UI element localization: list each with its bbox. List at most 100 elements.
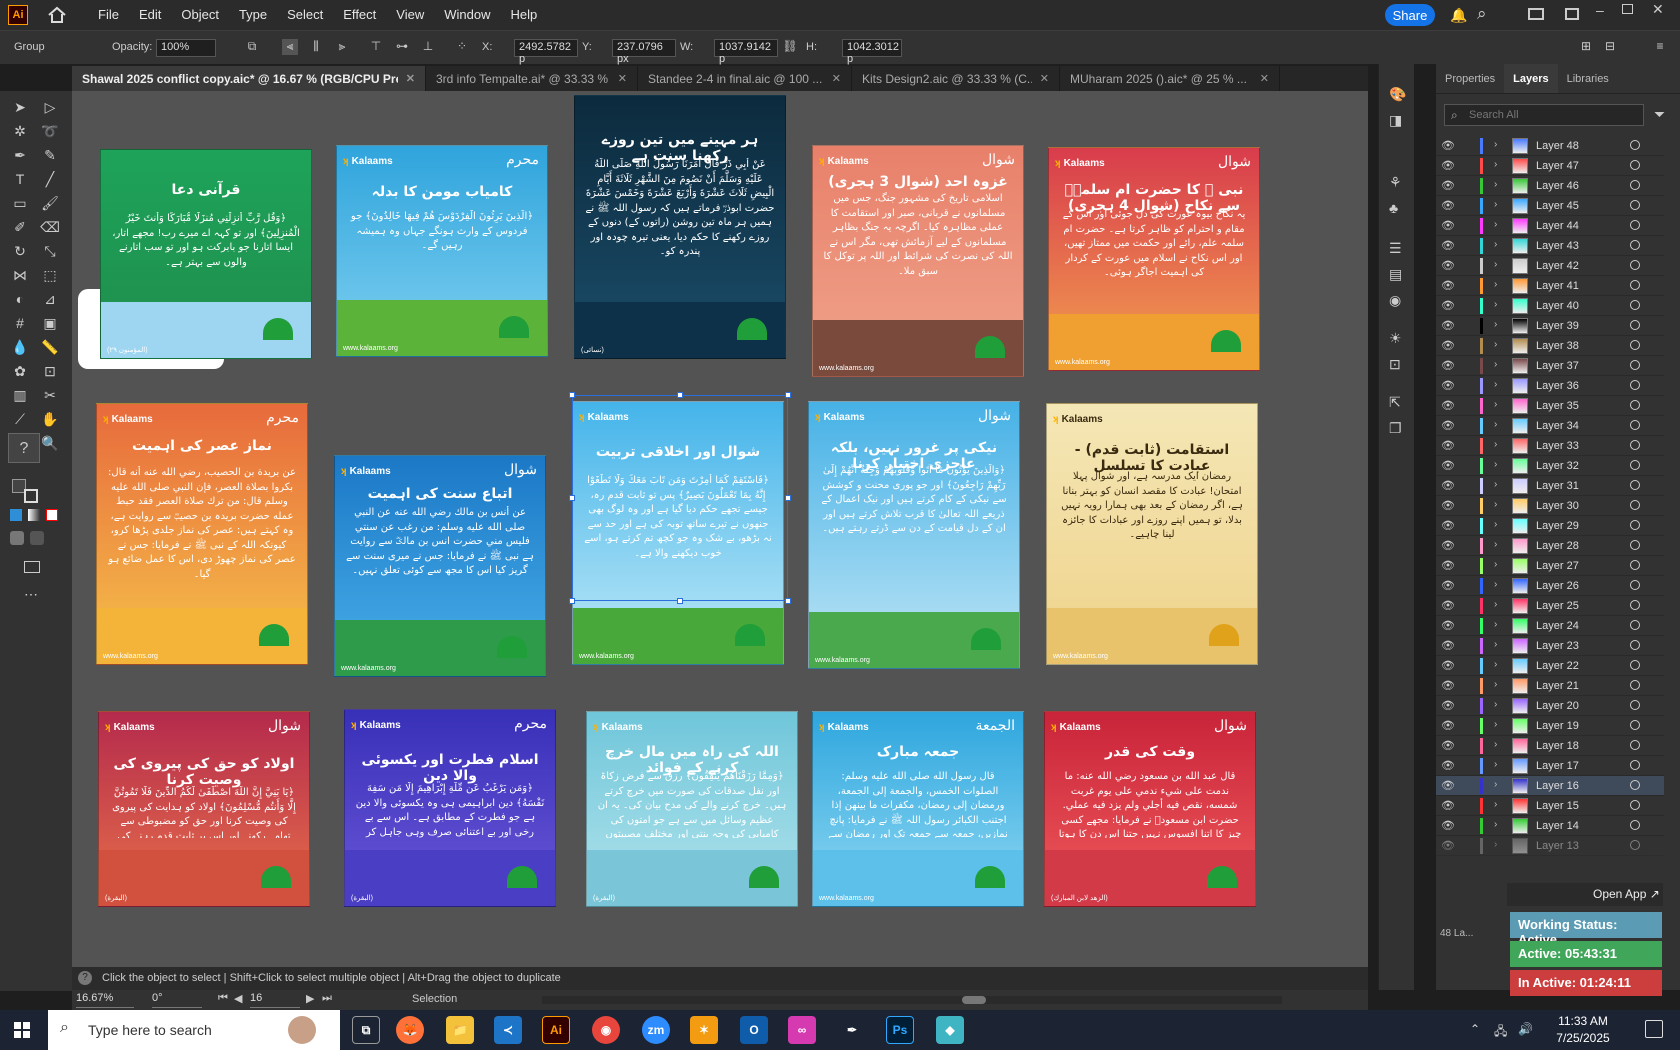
layer-name[interactable]: Layer 14 xyxy=(1536,820,1579,832)
layer-target-icon[interactable] xyxy=(1630,320,1640,330)
next-artboard-icon[interactable]: ▶ xyxy=(306,992,314,1005)
visibility-eye-icon[interactable]: 👁 xyxy=(1441,239,1455,252)
layer-name[interactable]: Layer 43 xyxy=(1536,240,1579,252)
vscode-icon[interactable]: ≺ xyxy=(494,1016,522,1044)
measure-icon[interactable]: 📏 xyxy=(40,337,60,357)
layer-target-icon[interactable] xyxy=(1630,220,1640,230)
layer-name[interactable]: Layer 13 xyxy=(1536,840,1579,852)
expand-chevron-icon[interactable]: › xyxy=(1494,759,1497,770)
shaper-tool-icon[interactable]: ✐ xyxy=(10,217,30,237)
reference-point-icon[interactable]: ⁘ xyxy=(454,39,470,55)
expand-chevron-icon[interactable]: › xyxy=(1494,779,1497,790)
expand-chevron-icon[interactable]: › xyxy=(1494,799,1497,810)
visibility-eye-icon[interactable]: 👁 xyxy=(1441,459,1455,472)
layer-target-icon[interactable] xyxy=(1630,380,1640,390)
layer-target-icon[interactable] xyxy=(1630,720,1640,730)
open-app-button[interactable]: Open App ↗ xyxy=(1507,883,1663,906)
layer-row[interactable]: 👁 › Layer 40 xyxy=(1436,296,1664,316)
layer-target-icon[interactable] xyxy=(1630,620,1640,630)
visibility-eye-icon[interactable]: 👁 xyxy=(1441,299,1455,312)
layer-row[interactable]: 👁 › Layer 45 xyxy=(1436,196,1664,216)
gradient-icon[interactable]: ▤ xyxy=(1389,266,1402,283)
expand-chevron-icon[interactable]: › xyxy=(1494,719,1497,730)
help-icon[interactable]: ? xyxy=(8,433,40,463)
layer-target-icon[interactable] xyxy=(1630,700,1640,710)
width-tool-icon[interactable]: ⋈ xyxy=(10,265,30,285)
expand-chevron-icon[interactable]: › xyxy=(1494,339,1497,350)
layer-row[interactable]: 👁 › Layer 27 xyxy=(1436,556,1664,576)
artboard-card[interactable]: Kalaams محرم کامیاب مومن کا بدلہ ﴿الَّذِينَ… xyxy=(336,145,548,357)
layer-target-icon[interactable] xyxy=(1630,460,1640,470)
layer-row[interactable]: 👁 › Layer 28 xyxy=(1436,536,1664,556)
stroke-swatch[interactable] xyxy=(24,489,38,503)
eyedropper-icon[interactable]: 💧 xyxy=(10,337,30,357)
layer-target-icon[interactable] xyxy=(1630,240,1640,250)
layer-name[interactable]: Layer 44 xyxy=(1536,220,1579,232)
visibility-eye-icon[interactable]: 👁 xyxy=(1441,839,1455,852)
expand-chevron-icon[interactable]: › xyxy=(1494,479,1497,490)
layer-name[interactable]: Layer 35 xyxy=(1536,400,1579,412)
eraser-icon[interactable]: ⌫ xyxy=(40,217,60,237)
menu-object[interactable]: Object xyxy=(171,0,229,30)
layer-name[interactable]: Layer 42 xyxy=(1536,260,1579,272)
expand-chevron-icon[interactable]: › xyxy=(1494,699,1497,710)
visibility-eye-icon[interactable]: 👁 xyxy=(1441,559,1455,572)
align-top-icon[interactable]: ⊤ xyxy=(368,39,384,55)
app-icon[interactable]: ◆ xyxy=(936,1016,964,1044)
layer-name[interactable]: Layer 32 xyxy=(1536,460,1579,472)
layer-target-icon[interactable] xyxy=(1630,680,1640,690)
gradient-mode-icon[interactable] xyxy=(28,509,40,521)
layer-target-icon[interactable] xyxy=(1630,520,1640,530)
graphic-styles-icon[interactable]: ☀ xyxy=(1389,330,1402,347)
layer-target-icon[interactable] xyxy=(1630,440,1640,450)
artboard-card[interactable]: ہر مہینے میں تین روزے رکھنا سنت ہے عَنْ أ… xyxy=(574,95,786,359)
first-artboard-icon[interactable]: ⏮ xyxy=(218,992,228,1005)
layer-row[interactable]: 👁 › Layer 32 xyxy=(1436,456,1664,476)
maximize-icon[interactable] xyxy=(1622,4,1633,14)
layer-target-icon[interactable] xyxy=(1630,340,1640,350)
artboard-card[interactable]: Kalaams شوال غزوہ احد (شوال 3 ہجری) اسلامی … xyxy=(812,145,1024,377)
outlook-icon[interactable]: O xyxy=(740,1016,768,1044)
layer-name[interactable]: Layer 46 xyxy=(1536,180,1579,192)
layer-name[interactable]: Layer 21 xyxy=(1536,680,1579,692)
expand-chevron-icon[interactable]: › xyxy=(1494,319,1497,330)
layer-row[interactable]: 👁 › Layer 29 xyxy=(1436,516,1664,536)
layer-target-icon[interactable] xyxy=(1630,660,1640,670)
layer-name[interactable]: Layer 17 xyxy=(1536,760,1579,772)
home-icon[interactable] xyxy=(46,6,68,24)
layer-name[interactable]: Layer 18 xyxy=(1536,740,1579,752)
paintbrush-icon[interactable]: 🖌 xyxy=(40,193,60,213)
appearance-icon[interactable]: ◨ xyxy=(1389,112,1402,129)
visibility-eye-icon[interactable]: 👁 xyxy=(1441,259,1455,272)
layer-row[interactable]: 👁 › Layer 35 xyxy=(1436,396,1664,416)
volume-icon[interactable]: 🔊 xyxy=(1518,1022,1533,1036)
resize-handle[interactable] xyxy=(785,495,791,501)
visibility-eye-icon[interactable]: 👁 xyxy=(1441,799,1455,812)
layer-name[interactable]: Layer 40 xyxy=(1536,300,1579,312)
panel-toggle-icon[interactable]: ⊟ xyxy=(1602,39,1618,55)
layer-name[interactable]: Layer 19 xyxy=(1536,720,1579,732)
visibility-eye-icon[interactable]: 👁 xyxy=(1441,699,1455,712)
last-artboard-icon[interactable]: ⏭ xyxy=(322,992,332,1005)
network-icon[interactable]: 🖧 xyxy=(1494,1022,1507,1043)
artboard-card[interactable]: Kalaams محرم نماز عصر کی اہمیت عن بريدة بن … xyxy=(96,403,308,665)
menu-view[interactable]: View xyxy=(386,0,434,30)
layer-name[interactable]: Layer 27 xyxy=(1536,560,1579,572)
screen-mode-icon[interactable] xyxy=(30,531,44,545)
layer-row[interactable]: 👁 › Layer 42 xyxy=(1436,256,1664,276)
layer-row[interactable]: 👁 › Layer 48 xyxy=(1436,136,1664,156)
layer-row[interactable]: 👁 › Layer 25 xyxy=(1436,596,1664,616)
layer-row[interactable]: 👁 › Layer 44 xyxy=(1436,216,1664,236)
layer-row[interactable]: 👁 › Layer 47 xyxy=(1436,156,1664,176)
visibility-eye-icon[interactable]: 👁 xyxy=(1441,779,1455,792)
layer-name[interactable]: Layer 38 xyxy=(1536,340,1579,352)
perspective-grid-icon[interactable]: ⊿ xyxy=(40,289,60,309)
artboard-select[interactable]: 16 xyxy=(250,992,300,1008)
artboard-card[interactable]: Kalaamsشوالنیکی پر غرور نہیں، بلکہ عاجزی… xyxy=(808,401,1020,669)
document-tab[interactable]: Shawal 2025 conflict copy.aic* @ 16.67 %… xyxy=(72,66,426,91)
creative-cloud-icon[interactable]: ∞ xyxy=(788,1016,816,1044)
expand-chevron-icon[interactable]: › xyxy=(1494,219,1497,230)
expand-chevron-icon[interactable]: › xyxy=(1494,619,1497,630)
minimize-icon[interactable]: – xyxy=(1596,2,1604,18)
expand-chevron-icon[interactable]: › xyxy=(1494,359,1497,370)
